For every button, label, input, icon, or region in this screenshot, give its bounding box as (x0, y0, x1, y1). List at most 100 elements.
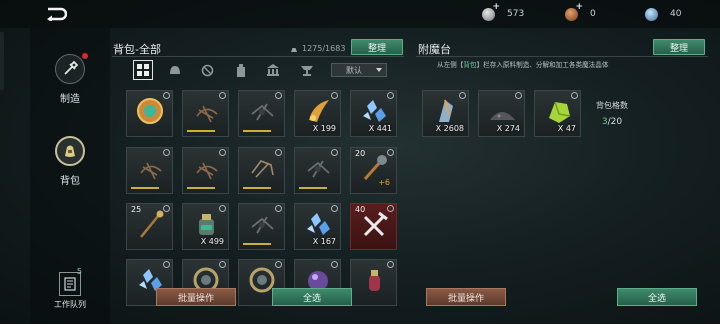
sort-order-select[interactable]: 默认 (331, 63, 387, 77)
nav-bag[interactable]: 背包 (50, 136, 90, 187)
lock-icon (219, 149, 226, 156)
back-button[interactable] (44, 5, 68, 23)
enchant-title: 附魔台 (418, 43, 451, 56)
item-level: 40 (355, 205, 366, 214)
bag-slot[interactable]: X 441 (350, 90, 397, 137)
bag-capacity-count: 3/20 (590, 117, 634, 127)
filter-material-tab[interactable] (297, 60, 317, 80)
rarity-bar (243, 130, 271, 132)
bag-select-all-button[interactable]: 全选 (272, 288, 352, 306)
enchant-slot[interactable]: X 2608 (422, 90, 469, 137)
rarity-bar (243, 243, 271, 245)
item-quantity: X 499 (200, 237, 224, 246)
bag-batch-button[interactable]: 批量操作 (156, 288, 236, 306)
wing-flame-icon (309, 100, 329, 122)
side-edge-handle[interactable] (0, 32, 4, 90)
lock-icon (163, 149, 170, 156)
weight-icon (291, 47, 297, 52)
lock-icon (275, 261, 282, 268)
lock-icon (387, 149, 394, 156)
lock-icon (387, 205, 394, 212)
bag-slot[interactable]: X 499 (182, 203, 229, 250)
bag-slot[interactable]: 20 +6 (350, 147, 397, 194)
lock-icon (163, 205, 170, 212)
currency-2[interactable]: + 0 (565, 2, 596, 22)
lock-icon (163, 261, 170, 268)
currency-1[interactable]: + 573 (482, 2, 525, 22)
enchant-sort-button[interactable]: 整理 (653, 39, 705, 55)
nav-craft[interactable]: 制造 (50, 53, 90, 105)
item-enhance-level: +6 (378, 178, 390, 187)
crystal-blue-icon (363, 100, 386, 122)
lock-icon (459, 92, 466, 99)
rarity-bar (187, 187, 215, 189)
lock-icon (331, 261, 338, 268)
currency-1-value: 573 (507, 9, 525, 19)
bag-slot[interactable]: X 199 (294, 90, 341, 137)
potion-red-icon (369, 270, 380, 291)
bag-slot[interactable] (238, 203, 285, 250)
orb-gold-icon (137, 98, 163, 124)
crystal-shard-icon (439, 99, 453, 122)
spider-1-icon (140, 162, 162, 180)
green-ore-icon (549, 101, 571, 123)
item-level: 25 (131, 205, 142, 214)
filter-armor-tab[interactable] (165, 60, 185, 80)
queue-count: 5 (76, 267, 82, 276)
filter-potion-tab[interactable] (231, 60, 251, 80)
enchant-select-all-button[interactable]: 全选 (617, 288, 697, 306)
item-quantity: X 167 (312, 237, 336, 246)
bag-slot[interactable] (182, 147, 229, 194)
bag-capacity-value: 1275/1683 (302, 44, 346, 53)
spider-2-icon (307, 160, 330, 178)
enchant-divider (416, 56, 708, 57)
bag-slot[interactable] (294, 147, 341, 194)
bag-icon (55, 136, 85, 166)
bag-slot[interactable] (126, 147, 173, 194)
bag-slot[interactable] (182, 90, 229, 137)
chevron-down-icon (376, 68, 382, 72)
bag-sort-button[interactable]: 整理 (351, 39, 403, 55)
temple-icon (267, 64, 279, 76)
bag-slot[interactable]: 40 (350, 203, 397, 250)
lock-icon (331, 205, 338, 212)
nav-work-queue[interactable]: 5 工作队列 (50, 267, 90, 310)
currency-2-value: 0 (590, 9, 596, 19)
nav-work-queue-label: 工作队列 (54, 300, 86, 309)
bag-slot[interactable] (350, 259, 397, 306)
bag-slot[interactable] (238, 90, 285, 137)
enchant-batch-button[interactable]: 批量操作 (426, 288, 506, 306)
enchant-slot[interactable]: X 47 (534, 90, 581, 137)
filter-all-tab[interactable] (133, 60, 153, 80)
back-arrow-icon (47, 7, 67, 21)
currency-3-value: 40 (670, 9, 682, 19)
filter-orb-tab[interactable] (197, 60, 217, 80)
craft-hammer-icon (55, 54, 85, 84)
gem-icon: + (565, 2, 583, 21)
sort-order-value: 默认 (346, 65, 362, 75)
nav-bag-label: 背包 (60, 176, 80, 187)
dust-pile-icon (490, 112, 515, 120)
grid-icon (137, 64, 149, 76)
currency-3: 40 (645, 6, 681, 22)
spider-2-icon (251, 216, 274, 234)
bag-slot[interactable] (126, 90, 173, 137)
orb-icon (201, 64, 213, 76)
lock-icon (331, 92, 338, 99)
bag-title: 背包-全部 (113, 43, 161, 56)
lock-icon (571, 92, 578, 99)
item-quantity: X 2608 (435, 124, 464, 133)
lock-icon (219, 261, 226, 268)
lock-icon (515, 92, 522, 99)
bag-slot[interactable]: X 167 (294, 203, 341, 250)
bag-capacity-total: /20 (607, 117, 623, 127)
enchant-slot[interactable]: X 274 (478, 90, 525, 137)
rarity-bar (187, 130, 215, 132)
bag-slot[interactable] (238, 147, 285, 194)
potion-jar-icon (199, 214, 214, 235)
bag-capacity: 1275/1683 (290, 44, 345, 53)
bag-slot[interactable]: 25 (126, 203, 173, 250)
lock-icon (219, 92, 226, 99)
hint-prefix: 从左侧【 (437, 61, 464, 69)
filter-building-tab[interactable] (263, 60, 283, 80)
